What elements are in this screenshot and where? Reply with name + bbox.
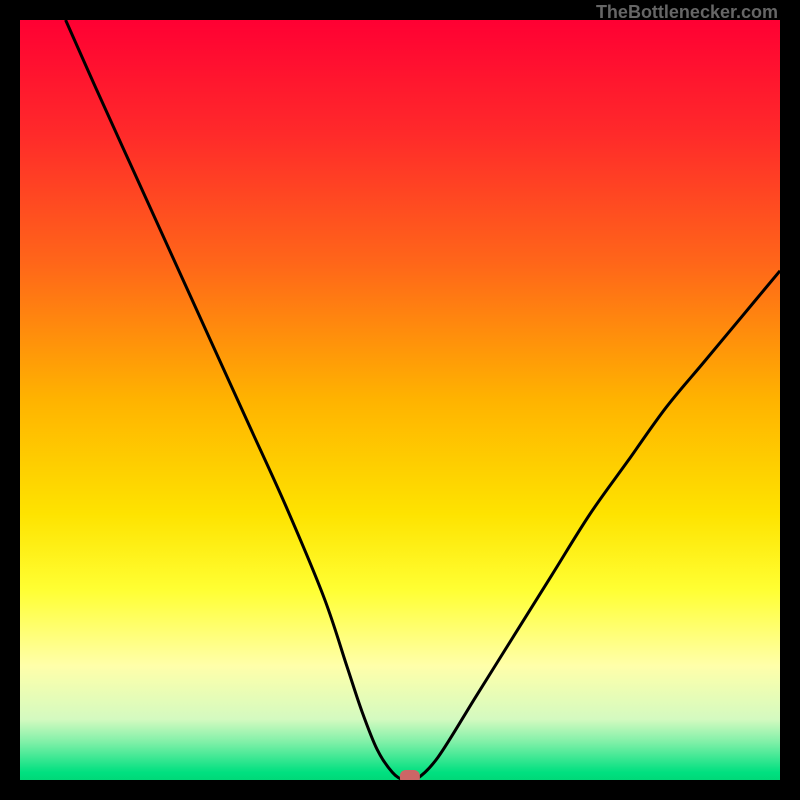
attribution-text: TheBottlenecker.com <box>596 2 778 23</box>
bottleneck-curve-path <box>66 20 780 780</box>
chart-plot-area <box>20 20 780 780</box>
optimal-marker <box>400 770 420 780</box>
chart-curve-layer <box>20 20 780 780</box>
